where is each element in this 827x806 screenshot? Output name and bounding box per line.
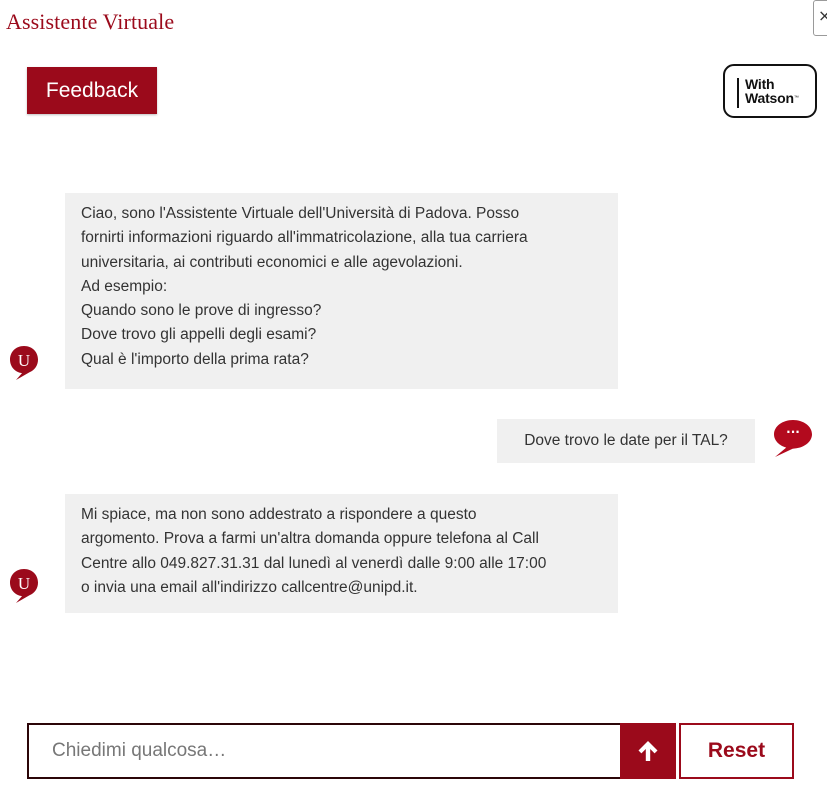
message-line: Ciao, sono l'Assistente Virtuale dell'Un… xyxy=(81,205,520,222)
bot-avatar-icon: U xyxy=(9,568,39,604)
message-line: universitaria, ai contributi economici e… xyxy=(81,253,463,271)
chat-input-container xyxy=(27,723,620,779)
send-button[interactable] xyxy=(620,723,676,779)
watson-logo-text: With Watson™ xyxy=(745,77,799,105)
app-title: Assistente Virtuale xyxy=(6,9,175,34)
close-icon: × xyxy=(818,6,827,25)
arrow-up-icon xyxy=(638,741,658,761)
message-line: Mi spiace, ma non sono addestrato a risp… xyxy=(81,506,477,523)
message-line: o invia una email all'indirizzo callcent… xyxy=(81,578,418,596)
message-line: argomento. Prova a farmi un'altra domand… xyxy=(81,530,539,548)
reset-button[interactable]: Reset xyxy=(679,723,794,779)
message-line: Qual è l'importo della prima rata? xyxy=(81,350,309,368)
user-message: Dove trovo le date per il TAL? xyxy=(497,419,755,463)
user-avatar-icon: ··· xyxy=(770,418,814,458)
with-watson-logo: With Watson™ xyxy=(723,64,817,118)
message-text: Dove trovo le date per il TAL? xyxy=(524,431,728,449)
watson-logo-tm: ™ xyxy=(793,95,799,101)
close-button[interactable]: × xyxy=(813,0,827,36)
bot-message: Mi spiace, ma non sono addestrato a risp… xyxy=(65,494,618,613)
message-line: Dove trovo gli appelli degli esami? xyxy=(81,326,317,344)
bot-avatar-letter: U xyxy=(18,351,30,370)
watson-logo-line2: Watson xyxy=(745,90,794,106)
bot-message: Ciao, sono l'Assistente Virtuale dell'Un… xyxy=(65,193,618,389)
feedback-button[interactable]: Feedback xyxy=(27,67,157,114)
chat-input[interactable] xyxy=(29,725,620,777)
user-avatar-dots: ··· xyxy=(786,425,800,439)
watson-logo-line1: With xyxy=(745,76,775,92)
bot-avatar-icon: U xyxy=(9,345,39,381)
watson-logo-bar xyxy=(737,78,739,108)
message-line: Quando sono le prove di ingresso? xyxy=(81,302,322,320)
message-line: Centre allo 049.827.31.31 dal lunedì al … xyxy=(81,554,547,572)
bot-avatar-letter: U xyxy=(18,574,30,593)
message-line: fornirti informazioni riguardo all'immat… xyxy=(81,229,528,247)
message-line: Ad esempio: xyxy=(81,277,168,295)
